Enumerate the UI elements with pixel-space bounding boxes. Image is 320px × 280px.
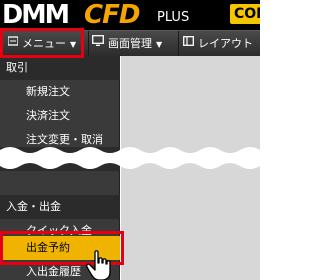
plus-logo: PLUS [157,10,190,25]
screen-manage-label: 画面管理 [108,37,152,50]
menu-button[interactable]: メニュー ▼ [2,31,82,57]
menu-section-torihiki: 取引 [0,56,120,80]
menu-button-label: メニュー [22,37,66,50]
chevron-down-icon: ▼ [156,40,163,49]
cfd-logo: CFD [84,0,140,30]
window-icon [92,30,104,56]
menu-item-settlement-order[interactable]: 決済注文 [0,104,120,128]
omission-wave [0,147,260,169]
layout-label: レイアウト [198,37,253,50]
layout-button[interactable]: レイアウト [178,31,268,57]
dmm-logo: DMM [2,0,70,30]
header-badge: CON [230,4,260,24]
menu-item-new-order[interactable]: 新規注文 [0,80,120,104]
menu-icon [7,30,19,56]
layout-icon [183,30,194,56]
app-header: DMM CFD PLUS CON [0,0,260,30]
hand-cursor-icon [86,250,111,280]
menu-bar: メニュー ▼ 画面管理 ▼ レイアウト [0,30,260,57]
chevron-down-icon: ▼ [70,40,77,49]
menu-section-deposit: 入金・出金 [0,195,120,219]
screen-manage-button[interactable]: 画面管理 ▼ [88,31,180,57]
